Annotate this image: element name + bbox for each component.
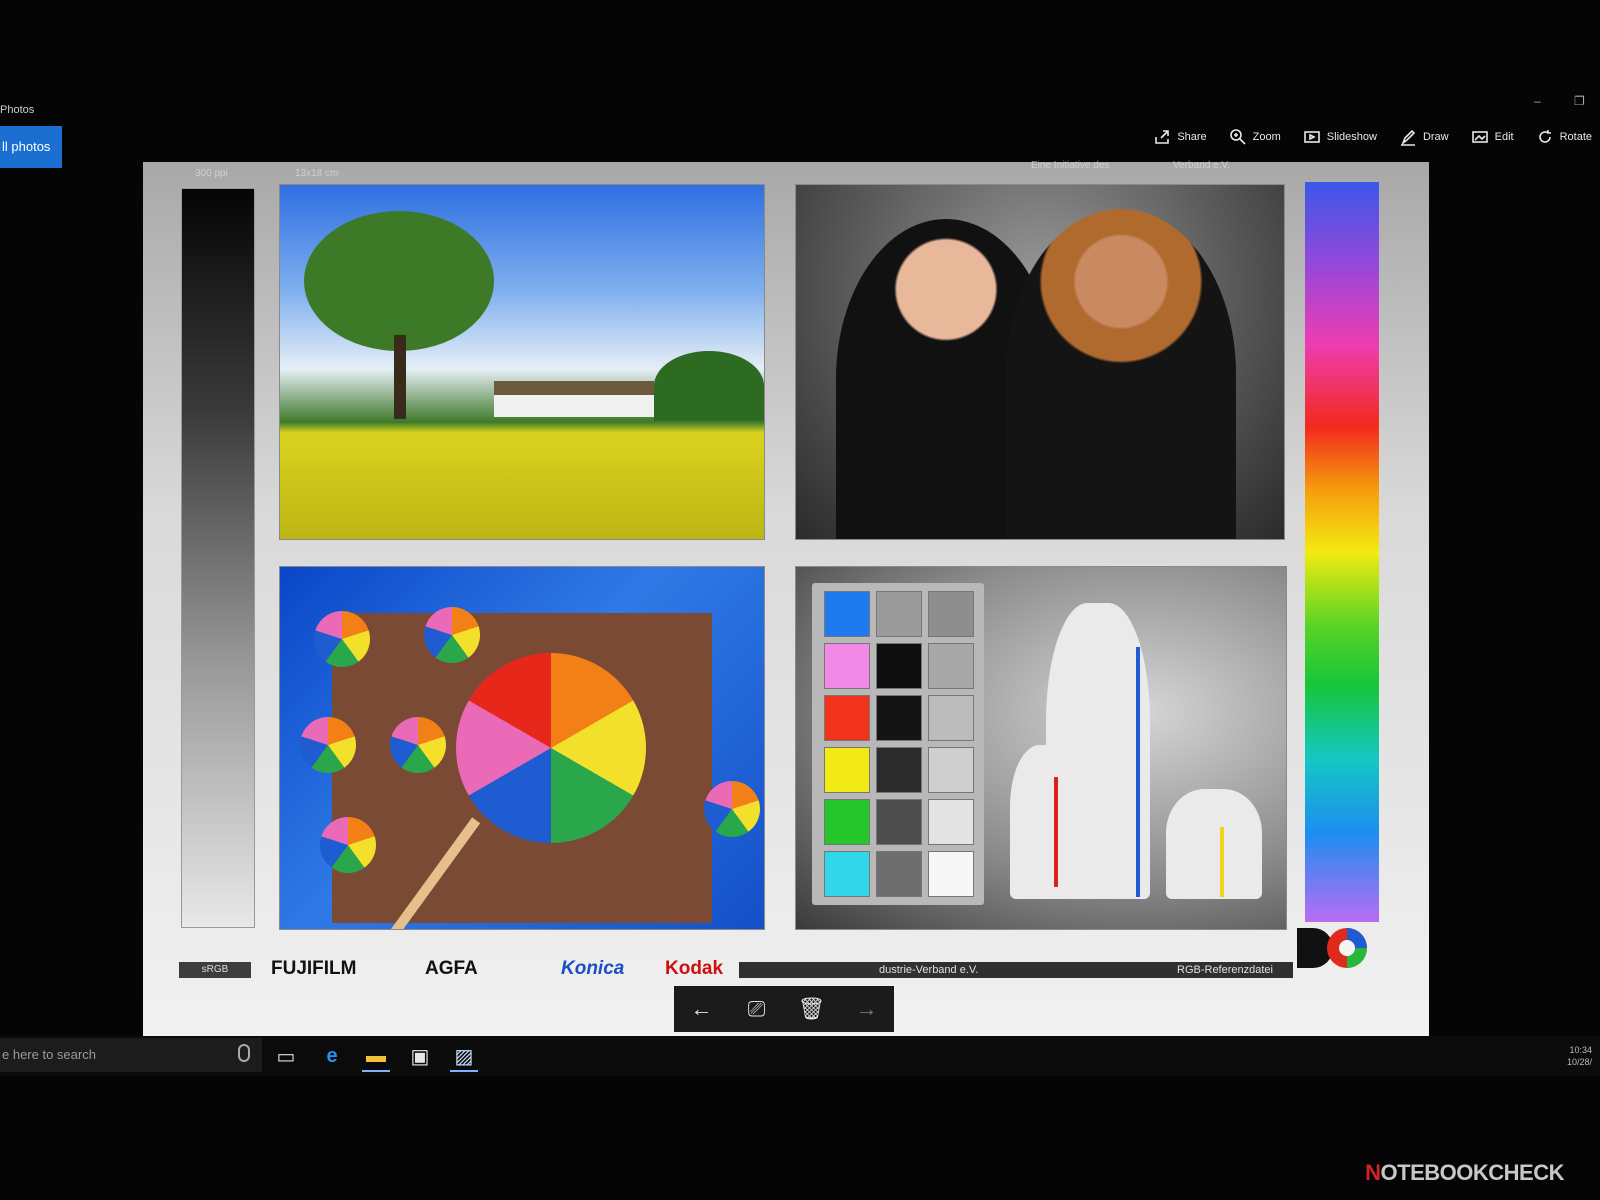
minimize-button[interactable]: – — [1534, 94, 1541, 108]
draw-button[interactable]: Draw — [1399, 128, 1449, 146]
tree-trunk — [394, 335, 406, 419]
store-icon[interactable]: ▣ — [400, 1040, 440, 1072]
slideshow-icon — [1303, 131, 1320, 143]
edit-label: Edit — [1494, 131, 1514, 143]
do-logo — [1297, 928, 1367, 968]
woman-right — [1006, 209, 1236, 539]
delete-button[interactable]: 🗑 — [798, 995, 826, 1023]
agfa-logo: AGFA — [425, 958, 478, 979]
app-title: Photos — [0, 104, 35, 116]
bushes — [654, 351, 764, 421]
taskbar: e here to search ▭ e ▬ ▣ ▨ 10:34 10/28/ — [0, 1036, 1600, 1076]
landscape-photo — [279, 184, 765, 540]
yellow-stripe — [1220, 827, 1224, 897]
small-pinwheel — [424, 607, 480, 663]
color-swatch — [928, 851, 974, 897]
share-icon — [1155, 130, 1170, 144]
rotate-button[interactable]: Rotate — [1536, 128, 1592, 146]
portrait-photo — [795, 184, 1285, 540]
color-swatch — [876, 695, 922, 741]
color-swatch — [876, 799, 922, 845]
rotate-label: Rotate — [1559, 131, 1592, 143]
photo-navigation-bar: ← ⎚ 🗑 → — [674, 986, 894, 1032]
color-swatch — [876, 591, 922, 637]
small-pinwheel — [704, 781, 760, 837]
color-swatch — [876, 643, 922, 689]
small-pinwheel — [390, 717, 446, 773]
edit-button[interactable]: Edit — [1471, 128, 1514, 146]
restore-button[interactable]: ❐ — [1574, 94, 1585, 108]
draw-label: Draw — [1422, 131, 1449, 143]
color-chart-photo — [795, 566, 1287, 930]
edit-icon — [1471, 131, 1488, 143]
reference-file-text: RGB-Referenzdatei — [1177, 964, 1273, 976]
blue-stripe — [1136, 647, 1140, 897]
zoom-button[interactable]: Zoom — [1229, 128, 1281, 146]
clock-date: 10/28/ — [1566, 1057, 1592, 1067]
color-swatch — [824, 799, 870, 845]
verband-note: Verband e.V. — [1173, 160, 1230, 171]
color-swatch — [928, 747, 974, 793]
next-photo-button[interactable]: → — [853, 995, 881, 1023]
color-swatch — [928, 643, 974, 689]
clock-time: 10:34 — [1569, 1045, 1592, 1055]
small-pinwheel — [320, 817, 376, 873]
taskbar-search-box[interactable]: e here to search — [0, 1038, 262, 1072]
edge-browser-icon[interactable]: e — [312, 1040, 352, 1072]
size-note: 13x18 cm — [295, 168, 339, 179]
grayscale-gradient-strip — [181, 188, 255, 928]
share-button[interactable]: Share — [1153, 128, 1207, 146]
small-pinwheel — [300, 717, 356, 773]
photos-app-icon[interactable]: ▨ — [444, 1040, 484, 1072]
farmhouse — [494, 381, 654, 417]
fujifilm-logo: FUJIFILM — [271, 958, 357, 979]
share-label: Share — [1177, 131, 1207, 143]
photo-toolbar: Share Zoom Slideshow Draw Edit Rotate — [1153, 128, 1592, 146]
color-swatch — [824, 695, 870, 741]
all-photos-button[interactable]: ll photos — [0, 126, 62, 168]
verband-text: dustrie-Verband e.V. — [879, 964, 979, 976]
pepper-shaker — [1166, 789, 1262, 899]
large-pinwheel — [456, 653, 646, 843]
color-swatch — [928, 695, 974, 741]
displayed-photo[interactable]: 300 ppi 13x18 cm Eine Initiative des Ver… — [143, 160, 1429, 1036]
zoom-label: Zoom — [1252, 131, 1281, 143]
tree — [304, 211, 494, 351]
slideshow-label: Slideshow — [1326, 131, 1377, 143]
color-swatch — [876, 747, 922, 793]
slideshow-mini-button[interactable]: ⎚ — [743, 995, 771, 1023]
initiative-note: Eine Initiative des — [1031, 160, 1110, 171]
kodak-logo: Kodak — [665, 958, 724, 979]
rotate-icon — [1538, 130, 1551, 143]
system-tray[interactable]: 10:34 10/28/ — [1567, 1044, 1592, 1068]
color-spectrum-strip — [1305, 182, 1379, 922]
color-swatch — [928, 591, 974, 637]
color-swatch — [824, 591, 870, 637]
ppi-note: 300 ppi — [195, 168, 228, 179]
zoom-icon — [1229, 129, 1246, 145]
konica-logo: Konica — [561, 958, 625, 979]
color-swatch — [824, 643, 870, 689]
previous-photo-button[interactable]: ← — [688, 995, 716, 1023]
task-view-icon[interactable]: ▭ — [266, 1040, 306, 1072]
pinwheel-photo — [279, 566, 765, 930]
color-swatch-grid — [812, 583, 984, 905]
color-swatch — [824, 747, 870, 793]
reference-file-bar: dustrie-Verband e.V. RGB-Referenzdatei — [739, 962, 1293, 978]
color-swatch — [928, 799, 974, 845]
salt-shaker — [1010, 745, 1084, 899]
slideshow-button[interactable]: Slideshow — [1303, 128, 1377, 146]
microphone-icon[interactable] — [238, 1044, 250, 1062]
draw-icon — [1400, 129, 1416, 146]
file-explorer-icon[interactable]: ▬ — [356, 1040, 396, 1072]
small-pinwheel — [314, 611, 370, 667]
color-swatch — [824, 851, 870, 897]
srgb-label: sRGB — [179, 962, 251, 978]
color-swatch — [876, 851, 922, 897]
red-stripe — [1054, 777, 1058, 887]
notebookcheck-watermark: NOTEBOOKCHECK — [1365, 1160, 1564, 1185]
